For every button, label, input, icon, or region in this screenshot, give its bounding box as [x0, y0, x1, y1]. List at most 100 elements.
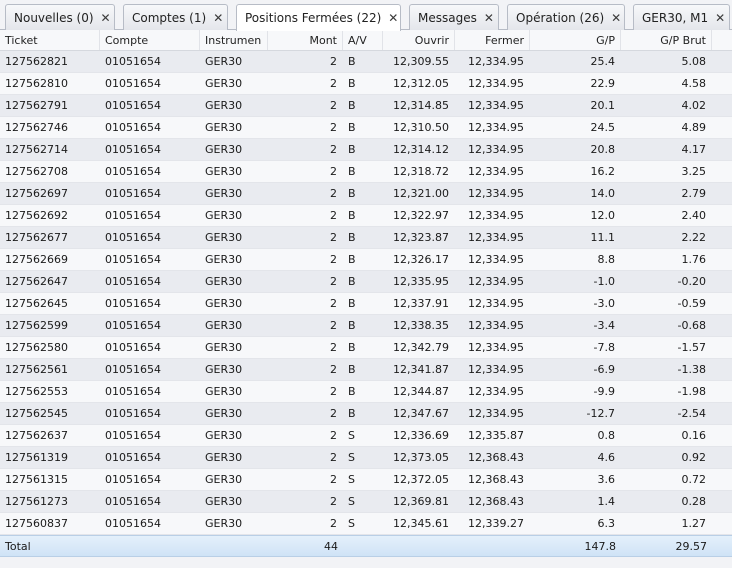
close-icon[interactable]: ✕	[611, 12, 621, 24]
cell-gp: 4.6	[597, 451, 616, 464]
table-row[interactable]: 127562791 01051654 GER30 2 B 12,314.85 12,334.…	[0, 95, 732, 117]
column-header-gp[interactable]: G/P	[530, 30, 621, 50]
cell-ticket: 127562791	[5, 99, 68, 112]
cell-ticket: 127562821	[5, 55, 68, 68]
table-row[interactable]: 127561273 01051654 GER30 2 S 12,369.81 12,368.…	[0, 491, 732, 513]
cell-compte: 01051654	[105, 231, 161, 244]
cell-gp: -12.7	[586, 407, 615, 420]
cell-mont: 2	[330, 77, 337, 90]
table-row[interactable]: 127562561 01051654 GER30 2 B 12,341.87 12,334.…	[0, 359, 732, 381]
cell-fermer: 12,334.95	[468, 143, 524, 156]
table-row[interactable]: 127562669 01051654 GER30 2 B 12,326.17 12,334.…	[0, 249, 732, 271]
cell-ouvrir: 12,341.87	[393, 363, 449, 376]
tab-nouvelles[interactable]: Nouvelles (0) ✕	[5, 4, 115, 30]
cell-instrument: GER30	[205, 231, 243, 244]
table-row[interactable]: 127562647 01051654 GER30 2 B 12,335.95 12,334.…	[0, 271, 732, 293]
table-row[interactable]: 127561315 01051654 GER30 2 S 12,372.05 12,368.…	[0, 469, 732, 491]
cell-gp: 6.3	[597, 517, 616, 530]
table-row[interactable]: 127562677 01051654 GER30 2 B 12,323.87 12,334.…	[0, 227, 732, 249]
cell-instrument: GER30	[205, 451, 243, 464]
column-header-instrument[interactable]: Instrumen	[200, 30, 268, 50]
table-row[interactable]: 127562580 01051654 GER30 2 B 12,342.79 12,334.…	[0, 337, 732, 359]
cell-av: S	[348, 517, 355, 530]
table-row[interactable]: 127561319 01051654 GER30 2 S 12,373.05 12,368.…	[0, 447, 732, 469]
close-icon[interactable]: ✕	[213, 12, 223, 24]
close-icon[interactable]: ✕	[101, 12, 111, 24]
cell-ticket: 127562708	[5, 165, 68, 178]
cell-av: B	[348, 319, 356, 332]
cell-gp: 8.8	[597, 253, 616, 266]
table-row[interactable]: 127562821 01051654 GER30 2 B 12,309.55 12,334.…	[0, 51, 732, 73]
table-row[interactable]: 127562708 01051654 GER30 2 B 12,318.72 12,334.…	[0, 161, 732, 183]
table-row[interactable]: 127562637 01051654 GER30 2 S 12,336.69 12,335.…	[0, 425, 732, 447]
close-icon[interactable]: ✕	[484, 12, 494, 24]
column-header-ticket[interactable]: Ticket	[0, 30, 100, 50]
tab-operation[interactable]: Opération (26) ✕	[507, 4, 625, 30]
table-row[interactable]: 127562545 01051654 GER30 2 B 12,347.67 12,334.…	[0, 403, 732, 425]
cell-gp: 24.5	[590, 121, 616, 134]
cell-gp-brut: 4.02	[681, 99, 707, 112]
cell-mont: 2	[330, 165, 337, 178]
table-row[interactable]: 127562746 01051654 GER30 2 B 12,310.50 12,334.…	[0, 117, 732, 139]
column-header-gp-brut[interactable]: G/P Brut	[621, 30, 712, 50]
cell-av: B	[348, 77, 356, 90]
cell-mont: 2	[330, 187, 337, 200]
cell-instrument: GER30	[205, 55, 243, 68]
cell-gp: 1.4	[597, 495, 616, 508]
cell-av: B	[348, 209, 356, 222]
cell-gp: 0.8	[597, 429, 616, 442]
cell-ouvrir: 12,369.81	[393, 495, 449, 508]
close-icon[interactable]: ✕	[715, 12, 725, 24]
cell-instrument: GER30	[205, 165, 243, 178]
column-header-fermer[interactable]: Fermer	[455, 30, 530, 50]
tab-label: Comptes (1)	[132, 10, 207, 25]
cell-gp: 3.6	[597, 473, 616, 486]
cell-gp: -1.0	[593, 275, 615, 288]
table-row[interactable]: 127562697 01051654 GER30 2 B 12,321.00 12,334.…	[0, 183, 732, 205]
cell-fermer: 12,339.27	[468, 517, 524, 530]
cell-ticket: 127561315	[5, 473, 68, 486]
cell-instrument: GER30	[205, 429, 243, 442]
cell-av: S	[348, 451, 355, 464]
column-header-compte[interactable]: Compte	[100, 30, 200, 50]
cell-ouvrir: 12,312.05	[393, 77, 449, 90]
tab-messages[interactable]: Messages ✕	[409, 4, 499, 30]
table-row[interactable]: 127562692 01051654 GER30 2 B 12,322.97 12,334.…	[0, 205, 732, 227]
table-row[interactable]: 127562553 01051654 GER30 2 B 12,344.87 12,334.…	[0, 381, 732, 403]
cell-ticket: 127562645	[5, 297, 68, 310]
cell-gp: -3.0	[593, 297, 615, 310]
cell-ticket: 127562553	[5, 385, 68, 398]
table-row[interactable]: 127562810 01051654 GER30 2 B 12,312.05 12,334.…	[0, 73, 732, 95]
cell-ticket: 127560837	[5, 517, 68, 530]
cell-gp-brut: -1.98	[677, 385, 706, 398]
cell-gp-brut: 4.58	[681, 77, 707, 90]
table-row[interactable]: 127562599 01051654 GER30 2 B 12,338.35 12,334.…	[0, 315, 732, 337]
column-header-ouvrir[interactable]: Ouvrir	[383, 30, 455, 50]
cell-gp-brut: 1.27	[681, 517, 707, 530]
cell-gp-brut: 5.08	[681, 55, 707, 68]
cell-mont: 2	[330, 517, 337, 530]
cell-av: B	[348, 231, 356, 244]
cell-fermer: 12,334.95	[468, 363, 524, 376]
cell-compte: 01051654	[105, 297, 161, 310]
cell-av: S	[348, 495, 355, 508]
cell-ticket: 127562746	[5, 121, 68, 134]
tab-positions-fermees[interactable]: Positions Fermées (22) ✕	[236, 4, 401, 31]
cell-ticket: 127561319	[5, 451, 68, 464]
column-header-mont[interactable]: Mont	[268, 30, 343, 50]
cell-fermer: 12,334.95	[468, 341, 524, 354]
table-row[interactable]: 127562645 01051654 GER30 2 B 12,337.91 12,334.…	[0, 293, 732, 315]
table-row[interactable]: 127562714 01051654 GER30 2 B 12,314.12 12,334.…	[0, 139, 732, 161]
tab-comptes[interactable]: Comptes (1) ✕	[123, 4, 228, 30]
cell-ouvrir: 12,372.05	[393, 473, 449, 486]
column-header-av[interactable]: A/V	[343, 30, 383, 50]
tab-ger30-m1[interactable]: GER30, M1 ✕	[633, 4, 730, 30]
table-row[interactable]: 127560837 01051654 GER30 2 S 12,345.61 12,339.…	[0, 513, 732, 535]
close-icon[interactable]: ✕	[388, 12, 398, 24]
cell-compte: 01051654	[105, 55, 161, 68]
tab-label: Messages	[418, 10, 477, 25]
cell-ouvrir: 12,310.50	[393, 121, 449, 134]
cell-instrument: GER30	[205, 209, 243, 222]
cell-fermer: 12,334.95	[468, 253, 524, 266]
cell-compte: 01051654	[105, 429, 161, 442]
